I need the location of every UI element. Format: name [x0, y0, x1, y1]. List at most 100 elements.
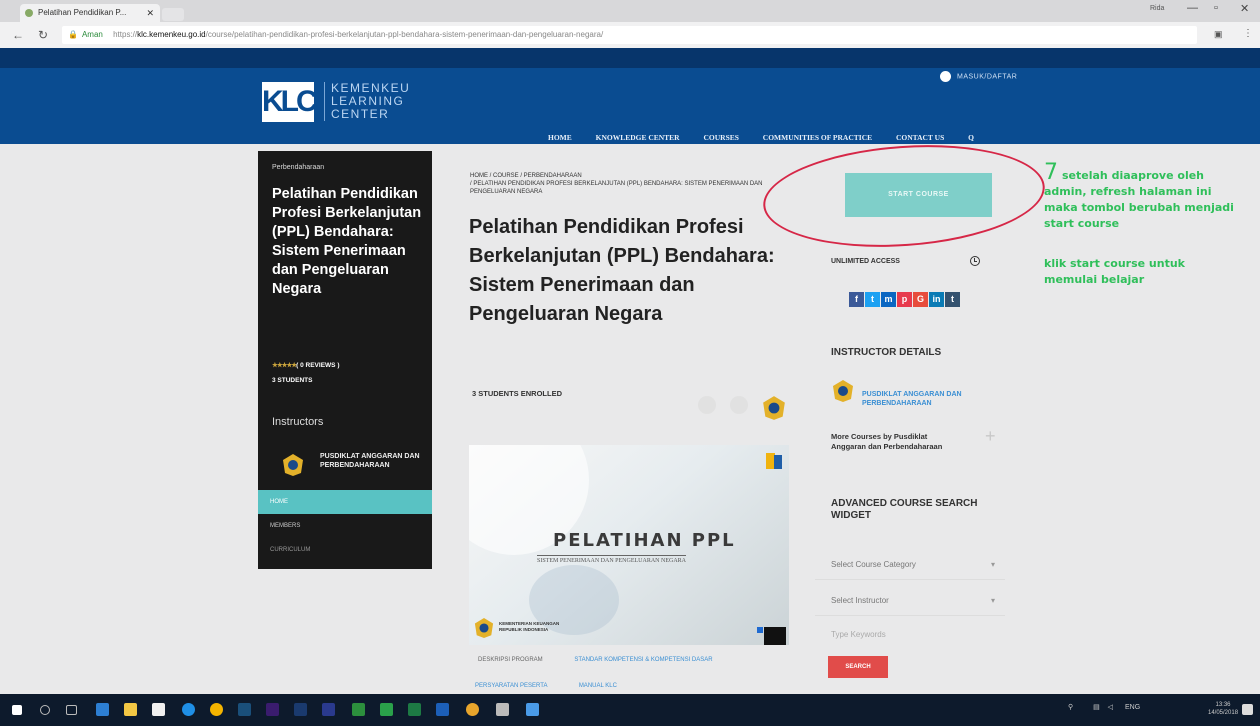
tab-standar-kompetensi[interactable]: STANDAR KOMPETENSI & KOMPETENSI DASAR [574, 657, 712, 663]
sidebar-course-title: Pelatihan Pendidikan Profesi Berkelanjut… [272, 186, 422, 297]
close-window-icon[interactable]: ✕ [1240, 2, 1249, 15]
sidebar-menu-members[interactable]: MEMBERS [270, 523, 300, 529]
corner-logo-icon [766, 453, 782, 469]
photoshop-icon[interactable] [238, 703, 251, 716]
search-icon[interactable]: Q [968, 133, 974, 142]
main-nav: HOME KNOWLEDGE CENTER COURSES COMMUNITIE… [548, 133, 996, 142]
spreadsheet-icon[interactable] [408, 703, 421, 716]
address-bar[interactable]: 🔒 Aman https://klc.kemenkeu.go.id/course/… [62, 26, 1197, 44]
share-buttons: f t m p Gin t [849, 289, 961, 307]
crest-icon [763, 396, 785, 420]
linkedin-icon[interactable]: in [929, 292, 944, 307]
avatar [698, 396, 716, 414]
sidebar-instructor-name[interactable]: PUSDIKLAT ANGGARAN DAN PERBENDAHARAAN [320, 452, 420, 470]
taskbar-clock[interactable]: 13:36 14/05/2018 [1208, 701, 1238, 717]
edge-icon[interactable] [182, 703, 195, 716]
reload-icon[interactable]: ↻ [38, 28, 48, 42]
outlook-icon[interactable] [436, 703, 449, 716]
windows-start-icon[interactable] [12, 705, 22, 715]
green-app-icon[interactable] [380, 703, 393, 716]
facebook-icon[interactable]: f [849, 292, 864, 307]
task-view-icon[interactable] [66, 705, 77, 715]
new-tab-button[interactable] [162, 8, 184, 21]
store-icon[interactable] [152, 703, 165, 716]
maximize-icon[interactable]: ▫ [1214, 2, 1218, 14]
photos-icon[interactable] [526, 703, 539, 716]
nav-communities[interactable]: COMMUNITIES OF PRACTICE [763, 133, 872, 142]
tab-manual[interactable]: MANUAL KLC [579, 683, 617, 689]
instructor-select[interactable]: Select Instructor ▾ [815, 586, 1005, 616]
myspace-icon[interactable]: m [881, 292, 896, 307]
advanced-search-heading-text: ADVANCED COURSE SEARCH WIDGET [831, 498, 978, 521]
nav-courses[interactable]: COURSES [703, 133, 738, 142]
instructor-name-text: PUSDIKLAT ANGGARAN DAN PERBENDAHARAAN [320, 453, 420, 469]
tab-persyaratan[interactable]: PERSYARATAN PESERTA [475, 683, 547, 689]
search-icon[interactable] [40, 705, 50, 715]
plus-icon[interactable]: + [985, 426, 996, 447]
image-subtitle: SISTEM PENERIMAAN DAN PENGELUARAN NEGARA [537, 555, 687, 564]
nav-contact[interactable]: CONTACT US [896, 133, 944, 142]
breadcrumb-line[interactable]: HOME / COURSE / PERBENDAHARAAN [470, 172, 790, 180]
keyword-input[interactable]: Type Keywords [815, 620, 1005, 650]
search-button[interactable]: SEARCH [828, 656, 888, 678]
file-explorer-icon[interactable] [124, 703, 137, 716]
menu-dots-icon[interactable]: ⋮ [1243, 28, 1253, 39]
course-thumbnail: PELATIHAN PPL SISTEM PENERIMAAN DAN PENG… [469, 445, 789, 645]
chrome-icon[interactable] [210, 703, 223, 716]
aftereffects-icon[interactable] [322, 703, 335, 716]
clock-date: 14/05/2018 [1208, 710, 1239, 716]
google-plus-icon[interactable]: G [913, 292, 928, 307]
secure-label: Aman [81, 30, 103, 39]
logo-line: CENTER [331, 107, 390, 121]
sidebar-menu-curriculum[interactable]: CURRICULUM [270, 547, 310, 553]
chevron-down-icon: ▾ [990, 596, 995, 605]
premiere-icon[interactable] [266, 703, 279, 716]
pinterest-icon[interactable]: p [897, 292, 912, 307]
breadcrumb: HOME / COURSE / PERBENDAHARAAN / PELATIH… [470, 172, 790, 196]
course-category-select[interactable]: Select Course Category ▾ [815, 550, 1005, 580]
extension-icon[interactable]: ▣ [1214, 29, 1223, 40]
user-icon [940, 71, 951, 82]
annotation-text: klik start course untuk memulai belajar [1044, 257, 1185, 286]
unlimited-access-label: UNLIMITED ACCESS [831, 258, 900, 265]
course-category-value: Select Course Category [831, 560, 916, 569]
tool-icon[interactable] [496, 703, 509, 716]
profile-name[interactable]: Rida [1150, 5, 1164, 12]
twitter-icon[interactable]: t [865, 292, 880, 307]
rating-stars-icon: ★★★★★ [272, 362, 297, 369]
people-icon[interactable]: ⚲ [1068, 704, 1073, 711]
instructor-link[interactable]: PUSDIKLAT ANGGARAN DAN PERBENDAHARAAN [862, 390, 994, 408]
nav-knowledge-center[interactable]: KNOWLEDGE CENTER [596, 133, 680, 142]
more-courses-label[interactable]: More Courses by Pusdiklat Anggaran dan P… [831, 432, 956, 452]
illustrator-icon[interactable] [294, 703, 307, 716]
nav-home[interactable]: HOME [548, 133, 572, 142]
breadcrumb-line: / PELATIHAN PENDIDIKAN PROFESI BERKELANJ… [470, 181, 763, 195]
image-title: PELATIHAN PPL [553, 530, 736, 551]
lock-icon: 🔒 [68, 30, 78, 39]
tumblr-icon[interactable]: t [945, 292, 960, 307]
sidebar-menu-home[interactable]: HOME [258, 490, 432, 514]
language-indicator[interactable]: ENG [1125, 704, 1140, 711]
tab-close-icon[interactable]: ✕ [146, 4, 154, 22]
sidebar-category[interactable]: Perbendaharaan [272, 164, 324, 171]
back-arrow-icon[interactable]: ← [12, 28, 24, 42]
app-icon[interactable] [96, 703, 109, 716]
login-label: MASUK/DAFTAR [957, 73, 1018, 81]
crest-icon [833, 380, 853, 402]
login-link[interactable]: MASUK/DAFTAR [940, 71, 1017, 82]
excel-icon[interactable] [352, 703, 365, 716]
enrolled-count: 3 STUDENTS ENROLLED [472, 389, 563, 398]
url-host: klc.kemenkeu.go.id [137, 30, 206, 39]
logo-wordmark: KEMENKEU LEARNING CENTER [324, 82, 410, 121]
site-logo[interactable]: KLC KEMENKEU LEARNING CENTER [262, 82, 412, 126]
minimize-icon[interactable]: — [1187, 2, 1198, 14]
tab-deskripsi[interactable]: DESKRIPSI PROGRAM [478, 657, 543, 663]
image-org: KEMENTERIAN KEUANGAN REPUBLIK INDONESIA [499, 621, 559, 633]
volume-icon[interactable]: ◁ [1108, 704, 1113, 711]
firefox-icon[interactable] [466, 703, 479, 716]
url-scheme: https:// [113, 30, 138, 39]
network-icon[interactable]: ▤ [1093, 704, 1100, 711]
reviews-count: ( 0 REVIEWS ) [296, 362, 340, 369]
browser-tab[interactable]: Pelatihan Pendidikan P... ✕ [20, 4, 160, 22]
notifications-icon[interactable] [1242, 704, 1253, 715]
